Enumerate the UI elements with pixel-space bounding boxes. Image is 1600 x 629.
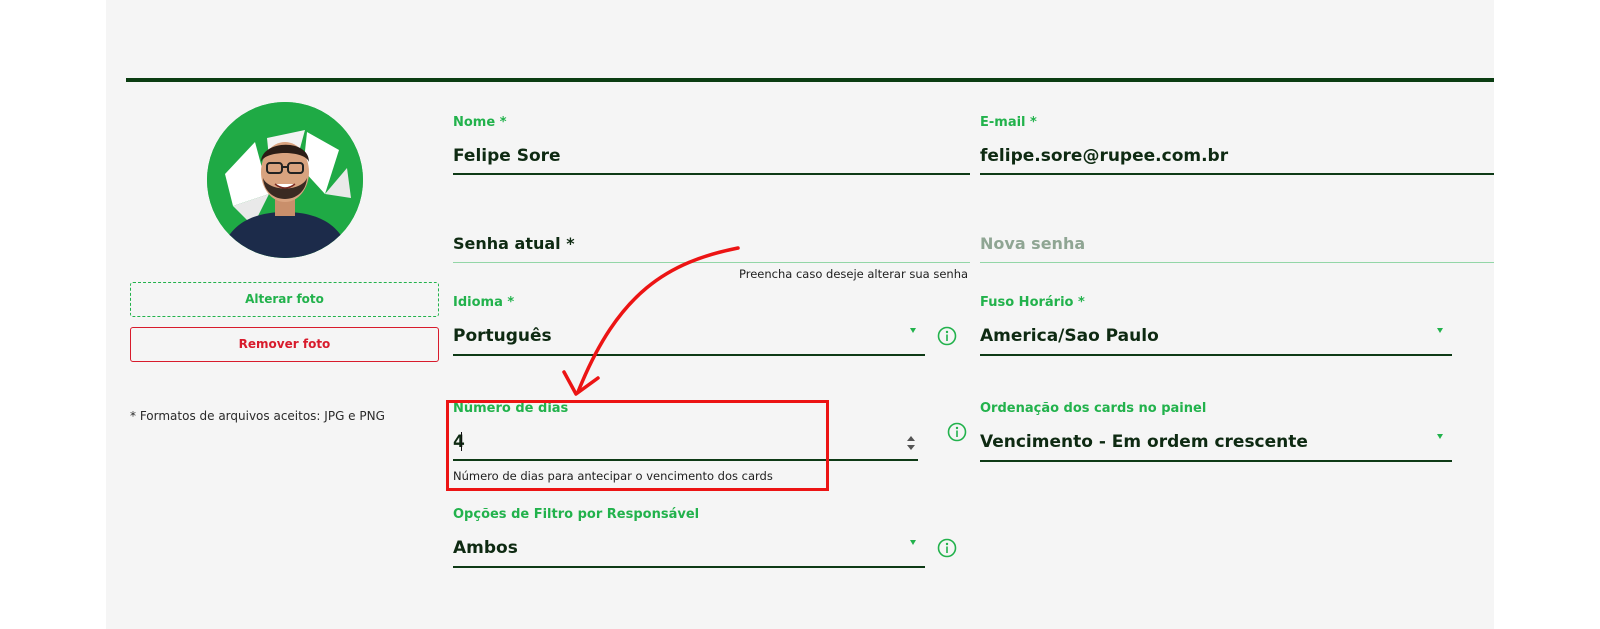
card-order-select[interactable]: Vencimento - Em ordem crescente [980,432,1308,452]
accepted-formats-note: * Formatos de arquivos aceitos: JPG e PN… [130,409,385,423]
info-icon[interactable] [937,538,957,558]
timezone-underline [980,354,1452,356]
current-password-hint: Preencha caso deseje alterar sua senha [739,267,969,281]
dropdown-caret-icon[interactable] [1437,434,1443,439]
name-label: Nome * [453,115,507,130]
avatar [207,102,363,258]
name-input[interactable]: Felipe Sore [453,146,561,166]
new-password-underline [980,262,1494,263]
profile-panel: Alterar foto Remover foto * Formatos de … [106,0,1494,629]
dropdown-caret-icon[interactable] [1437,328,1443,333]
card-order-label: Ordenação dos cards no painel [980,401,1207,416]
remove-photo-button[interactable]: Remover foto [130,327,439,362]
current-password-underline [453,262,970,263]
language-label: Idioma * [453,295,515,310]
filter-select[interactable]: Ambos [453,538,518,558]
highlight-box [446,400,829,491]
email-label: E-mail * [980,115,1037,130]
change-photo-button[interactable]: Alterar foto [130,282,439,317]
dropdown-caret-icon[interactable] [910,540,916,545]
info-icon[interactable] [947,422,967,442]
dropdown-caret-icon[interactable] [910,328,916,333]
card-order-underline [980,460,1452,462]
avatar-image [207,102,363,258]
header-divider [126,78,1494,82]
timezone-select[interactable]: America/Sao Paulo [980,326,1159,346]
timezone-label: Fuso Horário * [980,295,1085,310]
number-spinner-icon[interactable] [906,434,916,452]
email-underline [980,173,1494,175]
name-underline [453,173,970,175]
new-password-input[interactable]: Nova senha [980,234,1085,253]
language-select[interactable]: Português [453,326,552,346]
filter-label: Opções de Filtro por Responsável [453,507,700,522]
email-input[interactable]: felipe.sore@rupee.com.br [980,146,1228,166]
current-password-input[interactable]: Senha atual * [453,234,575,253]
filter-underline [453,566,925,568]
language-underline [453,354,925,356]
text-cursor [461,432,462,451]
info-icon[interactable] [937,326,957,346]
